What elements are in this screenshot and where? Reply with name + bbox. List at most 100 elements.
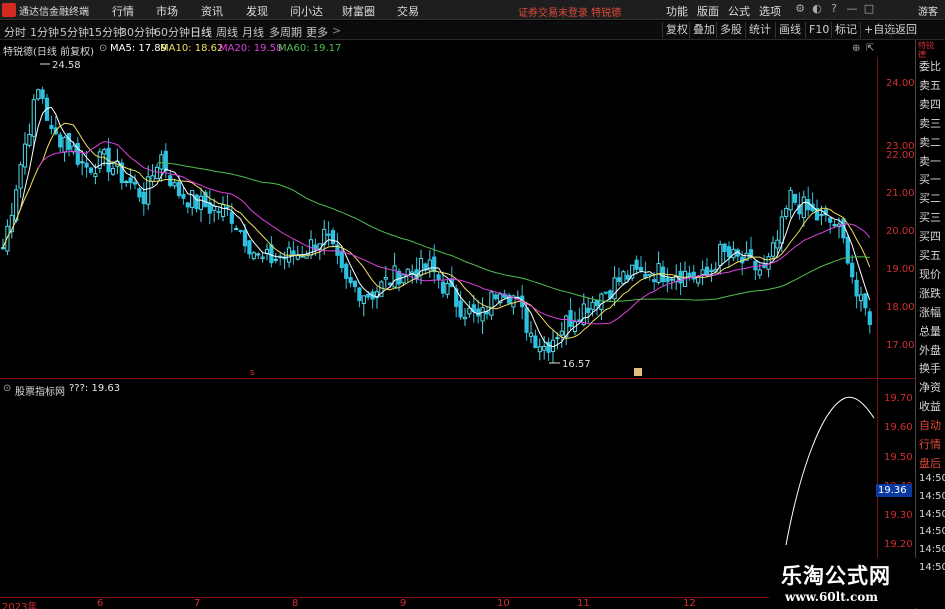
indicator-settings-icon[interactable]: ⊙: [99, 43, 107, 54]
sub-indicator-chart[interactable]: [0, 380, 877, 597]
draw-line-button[interactable]: 画线: [775, 22, 804, 38]
kline-chart[interactable]: 24.58 16.57 s: [0, 57, 877, 377]
maximize-icon[interactable]: □: [862, 2, 876, 16]
candle-body: [528, 332, 534, 337]
menu-discover[interactable]: 发现: [246, 3, 268, 19]
candle-body: [198, 195, 204, 210]
candle-body: [159, 154, 164, 170]
candle-body: [251, 252, 256, 260]
period-tab-15min[interactable]: 15分钟: [88, 24, 124, 40]
side-item: 涨跌: [919, 286, 941, 300]
price-tick: 22.00: [886, 150, 915, 161]
candle-body: [586, 307, 591, 314]
period-tab-1min[interactable]: 1分钟: [30, 24, 59, 40]
side-item[interactable]: 行情: [919, 436, 941, 452]
trade-time: 14:50: [919, 508, 945, 520]
candle-body: [775, 239, 780, 249]
candle-body: [282, 257, 287, 260]
app-title: 通达信金融终端: [19, 7, 89, 18]
mark-button[interactable]: 标记: [831, 22, 860, 38]
candle-body: [603, 291, 608, 294]
help-icon[interactable]: ?: [827, 2, 841, 16]
f10-button[interactable]: F10: [805, 22, 832, 38]
menu-trade[interactable]: 交易: [397, 3, 419, 19]
candle-body: [806, 199, 811, 211]
side-item: 现价: [919, 267, 941, 281]
candle-body: [273, 258, 278, 261]
candle-body: [757, 269, 762, 276]
menu-options[interactable]: 选项: [759, 3, 781, 19]
side-item[interactable]: 自动: [919, 417, 941, 433]
candle-body: [62, 136, 67, 153]
period-tab-monthly[interactable]: 月线: [242, 24, 264, 40]
trade-time: 14:50: [919, 490, 945, 502]
period-tab-5min[interactable]: 5分钟: [60, 24, 89, 40]
candle-body: [31, 99, 36, 137]
settings-icon[interactable]: ⚙: [793, 2, 807, 16]
period-tab-multi[interactable]: 多周期: [269, 24, 302, 40]
period-tab-30min[interactable]: 30分钟: [120, 24, 156, 40]
candle-body: [93, 173, 98, 177]
candle-body: [647, 273, 652, 276]
candle-body: [49, 124, 54, 129]
overlay-button[interactable]: 叠加: [689, 22, 718, 38]
guest-label[interactable]: 游客: [918, 3, 938, 18]
side-item: 卖二: [919, 135, 941, 149]
period-tab-weekly[interactable]: 周线: [216, 24, 238, 40]
info-marker-icon: [634, 368, 642, 376]
menu-news[interactable]: 资讯: [201, 3, 223, 19]
candle-body: [330, 230, 336, 245]
candle-body: [242, 230, 248, 247]
skin-icon[interactable]: ◐: [810, 2, 824, 16]
candle-body: [445, 283, 450, 295]
ma60-line: [156, 162, 870, 303]
side-item[interactable]: 盘后: [919, 455, 941, 471]
candle-body: [194, 194, 199, 210]
sub-tick: 19.30: [884, 510, 913, 521]
period-tab-more[interactable]: 更多: [306, 24, 328, 40]
side-item: 卖三: [919, 116, 941, 130]
menu-wealth-circle[interactable]: 财富圈: [342, 3, 375, 19]
menu-formula[interactable]: 公式: [728, 3, 750, 19]
candle-body: [401, 274, 406, 284]
candle-body: [176, 181, 182, 197]
period-tab-60min[interactable]: 60分钟: [154, 24, 190, 40]
candle-body: [361, 295, 366, 304]
menu-layout[interactable]: 版面: [697, 3, 719, 19]
candle-body: [432, 256, 437, 273]
adjust-button[interactable]: 复权: [662, 22, 691, 38]
more-arrow-icon[interactable]: >: [332, 24, 341, 37]
candle-body: [80, 161, 85, 164]
candle-body: [850, 262, 855, 278]
candle-body: [392, 265, 397, 288]
candle-body: [220, 204, 226, 218]
stock-label[interactable]: 特锐德(日线 前复权): [3, 43, 94, 58]
side-item: 委比: [919, 60, 941, 73]
app-logo-icon: [2, 3, 16, 17]
menu-function[interactable]: 功能: [666, 3, 688, 19]
statistics-button[interactable]: 统计: [745, 22, 774, 38]
period-tab-daily[interactable]: 日线: [190, 24, 212, 40]
pane-divider[interactable]: [0, 378, 915, 379]
zoom-icon[interactable]: ⊕: [852, 43, 860, 54]
multi-stock-button[interactable]: 多股: [716, 22, 745, 38]
candle-body: [27, 134, 32, 146]
candle-body: [801, 196, 806, 218]
sub-tick: 19.60: [884, 422, 913, 433]
candle-body: [36, 89, 41, 100]
expand-icon[interactable]: ⇱: [866, 43, 874, 54]
date-tick: 8: [292, 598, 299, 609]
side-item: 净资: [919, 381, 941, 395]
candle-body: [568, 310, 573, 328]
candle-body: [691, 271, 696, 280]
period-tab-intraday[interactable]: 分时: [4, 24, 26, 40]
candle-body: [854, 279, 859, 297]
back-button[interactable]: 返回: [891, 22, 920, 38]
trade-time: 14:50: [919, 526, 945, 538]
candle-body: [753, 260, 758, 271]
candle-body: [792, 193, 798, 203]
menu-quotes[interactable]: 行情: [112, 3, 134, 19]
menu-ask-xiaoda[interactable]: 问小达: [290, 3, 323, 19]
minimize-icon[interactable]: —: [845, 2, 859, 16]
menu-market[interactable]: 市场: [156, 3, 178, 19]
